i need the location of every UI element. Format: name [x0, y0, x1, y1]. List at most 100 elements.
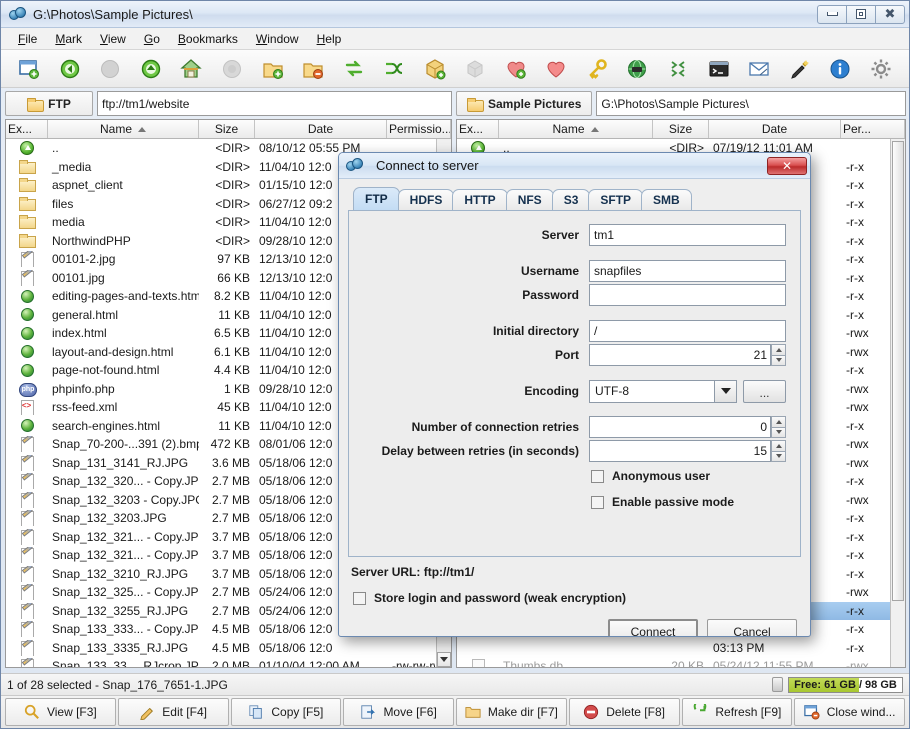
minimize-button[interactable]	[817, 4, 847, 24]
view-f3-button[interactable]: View [F3]	[5, 698, 116, 726]
passive-mode-row[interactable]: Enable passive mode	[591, 489, 786, 515]
properties-button[interactable]	[779, 52, 820, 86]
right-col-perm[interactable]: Per...	[841, 120, 905, 138]
table-row[interactable]: Snap_133_3335_RJ.JPG 4.5 MB 05/18/06 12:0	[6, 639, 451, 658]
tab-ftp[interactable]: FTP	[353, 187, 400, 210]
preferences-button[interactable]	[860, 52, 901, 86]
menu-file[interactable]: File	[9, 30, 46, 48]
refresh-f9-button[interactable]: Refresh [F9]	[681, 698, 793, 726]
add-bookmark-button[interactable]	[496, 52, 537, 86]
run-command-button[interactable]	[698, 52, 739, 86]
right-col-size[interactable]: Size	[653, 120, 709, 138]
file-size-cell: 11 KB	[218, 307, 250, 322]
table-row[interactable]: Snap_133_33..._RJcrop.JPG 2.0 MB 01/10/04 …	[6, 657, 451, 667]
delete-f8-button[interactable]: Delete [F8]	[568, 698, 680, 726]
anonymous-user-checkbox[interactable]	[591, 469, 604, 483]
username-label: Username	[520, 264, 579, 278]
right-location-input[interactable]: G:\Photos\Sample Pictures\	[596, 91, 906, 116]
port-spinner-up[interactable]	[771, 344, 786, 355]
retries-spinner[interactable]	[771, 416, 786, 438]
tab-smb[interactable]: SMB	[641, 189, 692, 210]
server-credentials-button[interactable]	[577, 52, 618, 86]
menu-view[interactable]: View	[91, 30, 135, 48]
right-scroll-thumb[interactable]	[892, 141, 904, 601]
tab-sftp[interactable]: SFTP	[588, 189, 644, 210]
retries-input[interactable]: 0	[589, 416, 771, 438]
make-dir-f7-button[interactable]: Make dir [F7]	[456, 698, 567, 726]
mirror-panels-button[interactable]	[374, 52, 415, 86]
unmark-folder-button[interactable]	[293, 52, 334, 86]
left-col-name[interactable]: Name	[48, 120, 199, 138]
retries-spinner-down[interactable]	[771, 426, 786, 438]
mark-folder-button[interactable]	[252, 52, 293, 86]
edit-f4-button[interactable]: Edit [F4]	[117, 698, 229, 726]
show-hidden-button[interactable]	[658, 52, 699, 86]
left-col-date[interactable]: Date	[255, 120, 387, 138]
left-scroll-down-button[interactable]	[437, 652, 451, 667]
dialog-close-button[interactable]: ✕	[767, 156, 807, 175]
menu-bookmarks[interactable]: Bookmarks	[169, 30, 247, 48]
menu-help[interactable]: Help	[308, 30, 351, 48]
store-login-checkbox[interactable]	[353, 591, 366, 605]
left-location-input[interactable]: ftp://tm1/website	[97, 91, 452, 116]
connect-to-server-button[interactable]	[617, 52, 658, 86]
about-button[interactable]	[820, 52, 861, 86]
encoding-more-button[interactable]: ...	[743, 379, 786, 403]
swap-panels-button[interactable]	[333, 52, 374, 86]
file-size-cell: 3.7 MB	[211, 529, 250, 544]
left-col-size[interactable]: Size	[199, 120, 255, 138]
left-col-ext[interactable]: Ex...	[6, 120, 48, 138]
unpack-disabled-button[interactable]	[455, 52, 496, 86]
cancel-button[interactable]: Cancel	[707, 619, 797, 636]
close-wind-button[interactable]: Close wind...	[794, 698, 905, 726]
encoding-dropdown-arrow[interactable]	[715, 379, 737, 403]
email-button[interactable]	[739, 52, 780, 86]
connect-button[interactable]: Connect	[608, 619, 698, 636]
mirror-panels-icon	[383, 58, 405, 80]
home-button[interactable]	[171, 52, 212, 86]
password-input[interactable]	[589, 284, 786, 306]
close-button[interactable]: ✖	[875, 4, 905, 24]
move-f6-button[interactable]: Move [F6]	[343, 698, 454, 726]
maximize-button[interactable]	[846, 4, 876, 24]
right-drive-button[interactable]: Sample Pictures	[456, 91, 593, 116]
delay-spinner-up[interactable]	[771, 440, 786, 451]
edit-bookmarks-button[interactable]	[536, 52, 577, 86]
new-window-button[interactable]	[9, 52, 50, 86]
menu-window[interactable]: Window	[247, 30, 308, 48]
menu-mark[interactable]: Mark	[46, 30, 91, 48]
right-col-name[interactable]: Name	[499, 120, 653, 138]
table-row[interactable]: Thumbs.db 20 KB 05/24/12 11:55 PM -rwx	[457, 657, 905, 667]
retries-spinner-up[interactable]	[771, 416, 786, 427]
menu-go[interactable]: Go	[135, 30, 169, 48]
right-vertical-scrollbar[interactable]	[890, 139, 905, 667]
tab-hdfs[interactable]: HDFS	[397, 189, 455, 210]
left-drive-button[interactable]: FTP	[5, 91, 93, 116]
port-spinner-down[interactable]	[771, 354, 786, 366]
username-input[interactable]: snapfiles	[589, 260, 786, 282]
delay-spinner-down[interactable]	[771, 450, 786, 462]
right-col-date[interactable]: Date	[709, 120, 841, 138]
delay-input[interactable]: 15	[589, 440, 771, 462]
port-input[interactable]: 21	[589, 344, 771, 366]
right-col-ext[interactable]: Ex...	[457, 120, 499, 138]
stop-disabled-button[interactable]	[212, 52, 253, 86]
server-input[interactable]: tm1	[589, 224, 786, 246]
encoding-select[interactable]: UTF-8	[589, 379, 737, 403]
initial-directory-input[interactable]: /	[589, 320, 786, 342]
pack-button[interactable]	[414, 52, 455, 86]
copy-f5-button[interactable]: Copy [F5]	[230, 698, 342, 726]
store-login-row[interactable]: Store login and password (weak encryptio…	[348, 591, 801, 605]
delay-spinner[interactable]	[771, 440, 786, 462]
table-row[interactable]: 03:13 PM -r-x	[457, 639, 905, 658]
tab-s3[interactable]: S3	[551, 189, 591, 210]
port-spinner[interactable]	[771, 344, 786, 366]
anonymous-user-row[interactable]: Anonymous user	[591, 463, 786, 489]
forward-disabled-button[interactable]	[90, 52, 131, 86]
parent-folder-button[interactable]	[131, 52, 172, 86]
passive-mode-checkbox[interactable]	[591, 495, 604, 509]
tab-nfs[interactable]: NFS	[505, 189, 554, 210]
back-button[interactable]	[50, 52, 91, 86]
tab-http[interactable]: HTTP	[452, 189, 508, 210]
left-col-perm[interactable]: Permissio...	[387, 120, 451, 138]
